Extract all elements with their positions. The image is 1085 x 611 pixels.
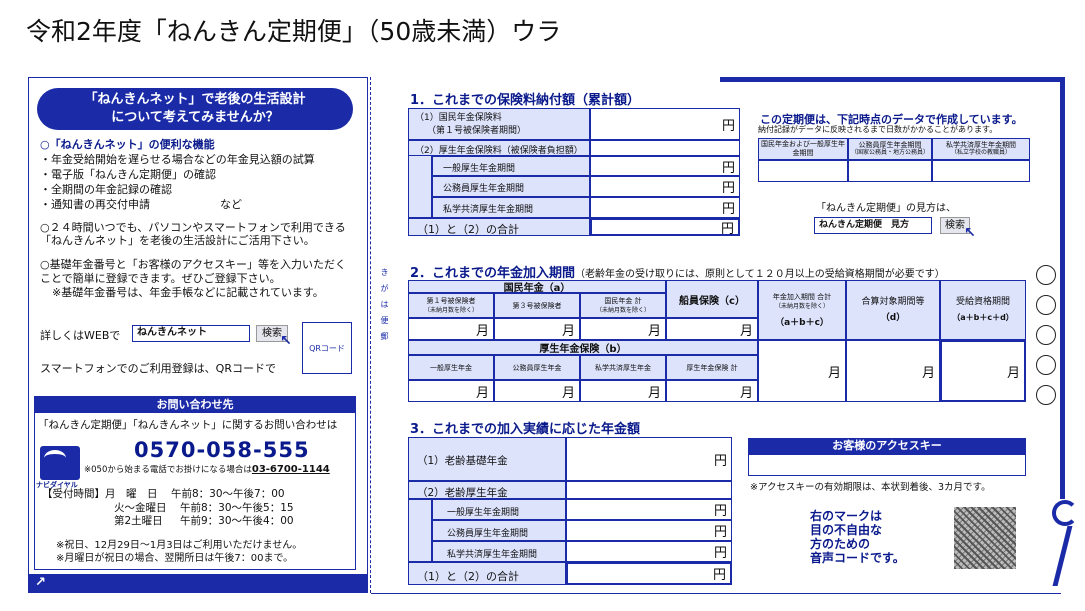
web-label: 詳しくはWEBで bbox=[40, 329, 121, 342]
cursor-icon: ↖ bbox=[280, 333, 292, 349]
cursor-icon: ↖ bbox=[964, 225, 976, 241]
howto-text: 「ねんきん定期便」の見方は、 bbox=[816, 203, 956, 214]
sec2-title-row: 2．これまでの年金加入期間（老齢年金の受け取りには、原則として１２０月以上の受給… bbox=[410, 266, 945, 281]
voice-code-icon bbox=[954, 507, 1016, 569]
sec3-title: 3．これまでの加入実績に応じた年金額 bbox=[410, 422, 641, 437]
access-key-note: ※アクセスキーの有効期限は、本状到着後、3カ月です。 bbox=[750, 482, 991, 493]
contact-subtitle: 「ねんきん定期便」「ねんきんネット」に関するお問い合わせは bbox=[38, 419, 338, 431]
punch-hole bbox=[1036, 325, 1056, 345]
punch-hole bbox=[1036, 355, 1056, 375]
feature-item: ・年金受給開始を遅らせる場合などの年金見込額の試算 bbox=[40, 153, 315, 166]
sec3-total-value: 円 bbox=[566, 562, 732, 585]
contact-header: お問い合わせ先 bbox=[35, 397, 355, 413]
holiday-notes: ※祝日、12月29日～1月3日はご利用いただけません。 ※月曜日が祝日の場合、翌… bbox=[56, 540, 303, 564]
top-border bbox=[720, 77, 1064, 82]
hours-block: 【受付時間】月 曜 日午前8：30～午後7：00 火～金曜日 午前8：30～午後5… bbox=[42, 488, 294, 527]
alt-phone-note: ※050から始まる電話でお掛けになる場合は03-6700-1144 bbox=[84, 464, 330, 475]
sec1-total-label: （1）と（2）の合計 bbox=[408, 218, 590, 236]
access-key-header: お客様のアクセスキー bbox=[748, 438, 1026, 454]
postal-label: き が は 便 郵 bbox=[380, 268, 389, 340]
info-note: 納付記録がデータに反映されるまで日数がかかることがあります。 bbox=[758, 125, 998, 134]
jukyu-total-value: 月 bbox=[940, 340, 1026, 402]
arrow-icon: ↗ bbox=[29, 574, 367, 592]
sec1-total-value: 円 bbox=[590, 218, 740, 237]
access-key-field bbox=[748, 454, 1026, 476]
nenkin-net-heading: 「ねんきんネット」で老後の生活設計 について考えてみませんか？ bbox=[37, 88, 353, 130]
sec3-total-label: （1）と（2）の合計 bbox=[408, 562, 566, 585]
register-block: ○基礎年金番号と「お客様のアクセスキー」等を入力いただく ことで簡単に登録できま… bbox=[40, 258, 347, 299]
punch-hole bbox=[1036, 295, 1056, 315]
right-border bbox=[1060, 77, 1065, 499]
search-input[interactable]: ねんきんネット bbox=[132, 325, 250, 342]
anytime-block: ○２４時間いつでも、パソコンやスマートフォンで利用できる 「ねんきんネット」を老… bbox=[40, 221, 346, 247]
smartphone-text: スマートフォンでのご利用登録は、QRコードで bbox=[40, 362, 276, 375]
howto-search-input[interactable]: ねんきん定期便 見方 bbox=[814, 217, 932, 234]
voice-code-text: 右のマークは 目の不自由な 方のための 音声コードです。 bbox=[810, 509, 905, 565]
sec1-title: 1．これまでの保険料納付額（累計額） bbox=[410, 93, 641, 108]
punch-hole bbox=[1036, 385, 1056, 405]
punch-hole bbox=[1036, 265, 1056, 285]
qr-code-placeholder: QRコード bbox=[302, 322, 352, 374]
page-title: 令和2年度「ねんきん定期便」（50歳未満）ウラ bbox=[26, 17, 562, 46]
phone-number: 0570-058-555 bbox=[134, 438, 310, 462]
feature-item: ・電子版「ねんきん定期便」の確認 bbox=[40, 168, 216, 181]
feature-item: ・通知書の再交付申請 など bbox=[40, 198, 242, 211]
feature-item: ・全期間の年金記録の確認 bbox=[40, 183, 172, 196]
features-block: ○「ねんきんネット」の便利な機能 ・年金受給開始を遅らせる場合などの年金見込額の… bbox=[40, 137, 360, 212]
